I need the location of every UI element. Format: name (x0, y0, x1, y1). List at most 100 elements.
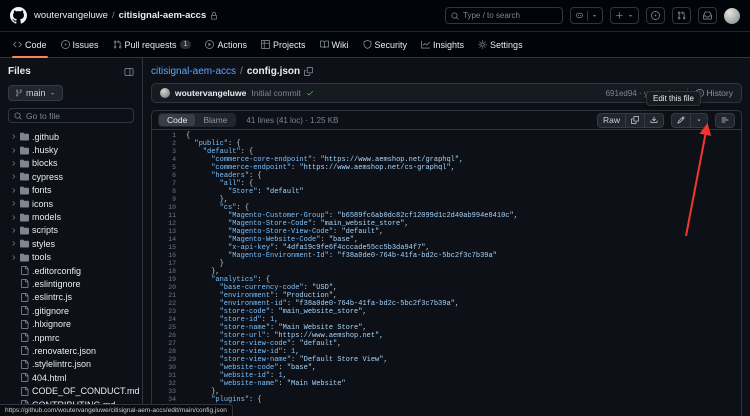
tree-item-.husky[interactable]: .husky (8, 143, 134, 156)
line-content: "Magento-Customer-Group": "b6589fc6ab0dc… (228, 212, 518, 220)
tab-insights[interactable]: Insights (414, 32, 471, 57)
line-number[interactable]: 33 (152, 388, 176, 396)
code-view-tab[interactable]: Code (159, 114, 196, 126)
file-icon (20, 320, 29, 329)
tree-item-.renovaterc.json[interactable]: .renovaterc.json (8, 344, 134, 357)
tab-projects[interactable]: Projects (254, 32, 313, 57)
tab-security[interactable]: Security (356, 32, 415, 57)
breadcrumb-owner-link[interactable]: woutervangeluwe (34, 10, 108, 21)
edit-file-button[interactable] (671, 112, 691, 128)
tree-item-404.html[interactable]: 404.html (8, 371, 134, 384)
line-number[interactable]: 20 (152, 284, 176, 292)
line-number[interactable]: 3 (152, 148, 176, 156)
code-line: 23 "store-code": "main_website_store", (152, 308, 741, 316)
line-number[interactable]: 10 (152, 204, 176, 212)
tab-wiki[interactable]: Wiki (313, 32, 356, 57)
tree-item-.stylelintrc.json[interactable]: .stylelintrc.json (8, 358, 134, 371)
issues-header-button[interactable] (646, 7, 665, 24)
create-new-button[interactable] (610, 7, 639, 24)
commit-status-check-icon[interactable] (306, 89, 314, 97)
line-number[interactable]: 30 (152, 364, 176, 372)
blame-view-tab[interactable]: Blame (195, 114, 235, 126)
code-line: 12 "Magento-Store-Code": "main_website_s… (152, 220, 741, 228)
tree-item-models[interactable]: models (8, 210, 134, 223)
symbols-panel-button[interactable] (715, 112, 735, 128)
tree-item-CODE_OF_CONDUCT.md[interactable]: CODE_OF_CONDUCT.md (8, 384, 140, 397)
file-tree-sidebar: Files main Go to file .github .husky block… (0, 58, 143, 416)
tab-actions[interactable]: Actions (198, 32, 254, 57)
breadcrumb-repo-root-link[interactable]: citisignal-aem-accs (151, 66, 236, 77)
edit-options-button[interactable] (690, 112, 708, 128)
line-number[interactable]: 31 (152, 372, 176, 380)
tree-item-scripts[interactable]: scripts (8, 224, 134, 237)
line-number[interactable]: 12 (152, 220, 176, 228)
copy-file-button[interactable] (625, 112, 645, 128)
line-number[interactable]: 28 (152, 348, 176, 356)
line-number[interactable]: 26 (152, 332, 176, 340)
line-number[interactable]: 27 (152, 340, 176, 348)
line-number[interactable]: 2 (152, 140, 176, 148)
copilot-button[interactable] (570, 7, 603, 24)
copy-path-icon[interactable] (304, 67, 313, 76)
tree-item-icons[interactable]: icons (8, 197, 134, 210)
line-number[interactable]: 7 (152, 180, 176, 188)
line-number[interactable]: 11 (152, 212, 176, 220)
user-avatar[interactable] (724, 7, 740, 24)
tree-item-cypress[interactable]: cypress (8, 170, 134, 183)
collapse-file-tree-icon[interactable] (124, 67, 134, 77)
tab-pull-requests[interactable]: Pull requests 1 (106, 32, 199, 57)
tree-item-blocks[interactable]: blocks (8, 157, 134, 170)
github-logo-icon[interactable] (10, 7, 27, 24)
tree-item-.eslintignore[interactable]: .eslintignore (8, 277, 134, 290)
commit-author[interactable]: woutervangeluwe (175, 88, 246, 98)
line-number[interactable]: 19 (152, 276, 176, 284)
tree-item-.hlxignore[interactable]: .hlxignore (8, 317, 134, 330)
line-number[interactable]: 4 (152, 156, 176, 164)
line-number[interactable]: 13 (152, 228, 176, 236)
tree-item-fonts[interactable]: fonts (8, 184, 134, 197)
commit-author-avatar[interactable] (160, 88, 170, 98)
line-number[interactable]: 8 (152, 188, 176, 196)
line-number[interactable]: 9 (152, 196, 176, 204)
line-number[interactable]: 17 (152, 260, 176, 268)
tab-code[interactable]: Code (6, 32, 54, 58)
line-number[interactable]: 21 (152, 292, 176, 300)
line-content: "environment-id": "f38a0de0-764b-41fa-bd… (219, 300, 460, 308)
tree-item-.gitignore[interactable]: .gitignore (8, 304, 134, 317)
line-number[interactable]: 15 (152, 244, 176, 252)
go-to-file-input[interactable]: Go to file (8, 108, 134, 123)
line-number[interactable]: 6 (152, 172, 176, 180)
tree-item-.eslintrc.js[interactable]: .eslintrc.js (8, 291, 134, 304)
line-number[interactable]: 1 (152, 132, 176, 140)
commit-message[interactable]: Initial commit (251, 88, 301, 98)
tree-item-.editorconfig[interactable]: .editorconfig (8, 264, 134, 277)
tab-issues[interactable]: Issues (54, 32, 106, 57)
notifications-inbox-button[interactable] (698, 7, 717, 24)
line-number[interactable]: 23 (152, 308, 176, 316)
code-line: 19 "analytics": { (152, 276, 741, 284)
line-number[interactable]: 24 (152, 316, 176, 324)
tree-item-styles[interactable]: styles (8, 237, 134, 250)
download-button[interactable] (644, 112, 664, 128)
line-number[interactable]: 29 (152, 356, 176, 364)
line-number[interactable]: 32 (152, 380, 176, 388)
line-number[interactable]: 5 (152, 164, 176, 172)
tab-settings[interactable]: Settings (471, 32, 530, 57)
line-number[interactable]: 34 (152, 396, 176, 404)
breadcrumb-repo-link[interactable]: citisignal-aem-accs (119, 10, 207, 21)
branch-selector[interactable]: main (8, 85, 63, 101)
raw-button[interactable]: Raw (596, 112, 626, 128)
global-search-input[interactable]: Type / to search (445, 7, 563, 24)
pull-requests-header-button[interactable] (672, 7, 691, 24)
line-number[interactable]: 16 (152, 252, 176, 260)
tree-item-tools[interactable]: tools (8, 251, 134, 264)
line-number[interactable]: 14 (152, 236, 176, 244)
line-number[interactable]: 18 (152, 268, 176, 276)
line-number[interactable]: 22 (152, 300, 176, 308)
tree-item-.npmrc[interactable]: .npmrc (8, 331, 134, 344)
file-view-main: citisignal-aem-accs / config.json wouter… (143, 58, 750, 416)
line-number[interactable]: 25 (152, 324, 176, 332)
tree-item-label: .hlxignore (32, 319, 72, 330)
tree-item-.github[interactable]: .github (8, 130, 134, 143)
